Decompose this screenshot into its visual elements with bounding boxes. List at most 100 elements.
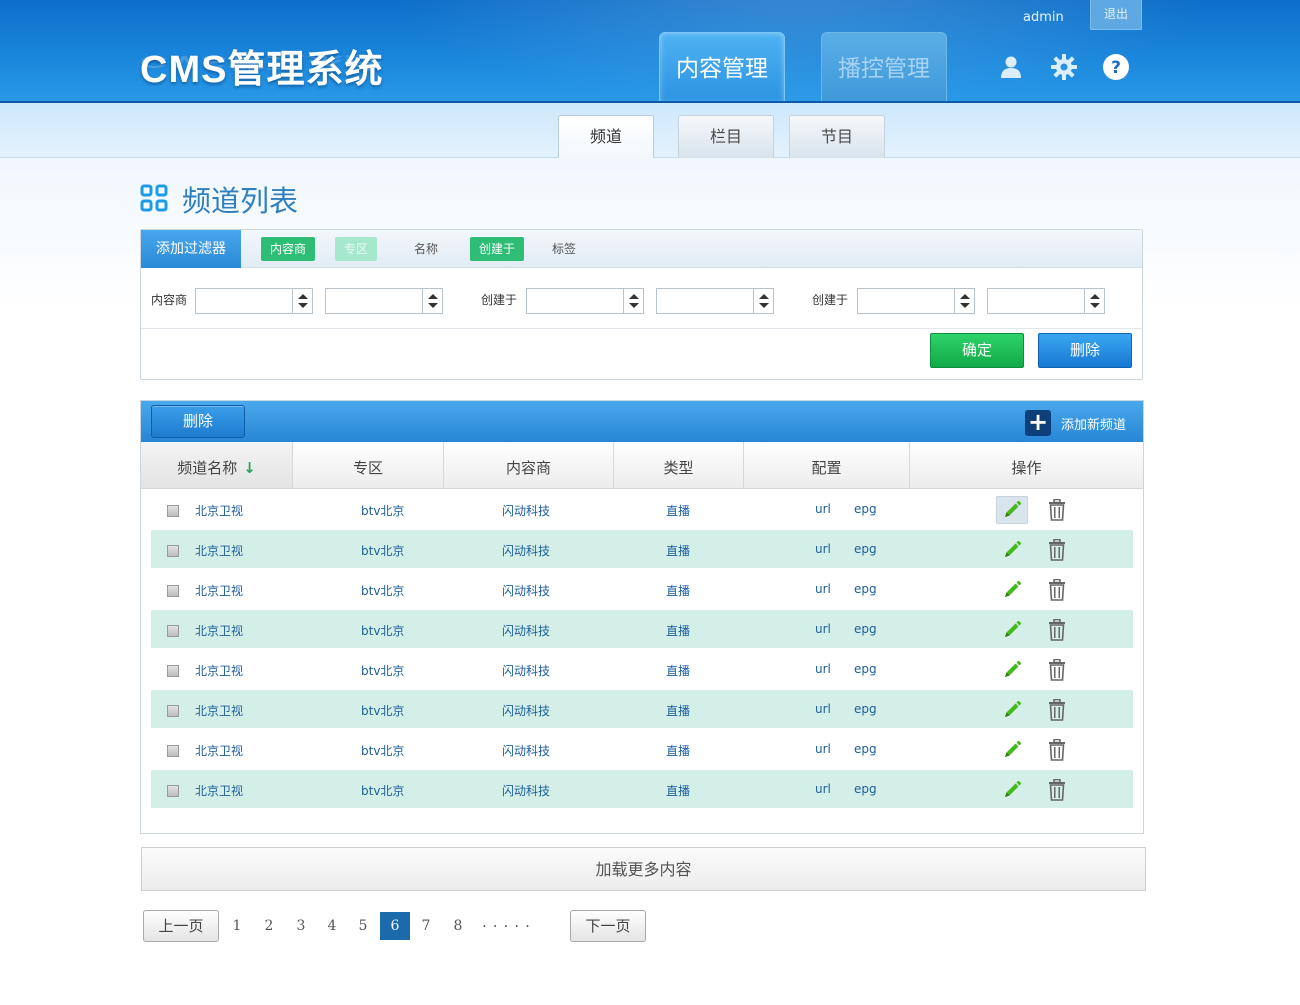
row-checkbox[interactable] [167,665,179,677]
column-header-type[interactable]: 类型 [614,442,744,488]
user-icon[interactable] [996,52,1026,82]
cell-type[interactable]: 直播 [666,502,690,519]
trash-icon[interactable] [1045,496,1069,524]
bulk-delete-button[interactable]: 删除 [151,405,245,438]
load-more-button[interactable]: 加载更多内容 [141,847,1146,891]
cell-provider[interactable]: 闪动科技 [502,582,550,599]
cell-provider[interactable]: 闪动科技 [502,782,550,799]
provider-select-2[interactable] [325,288,443,314]
cell-channel-name[interactable]: 北京卫视 [195,542,243,559]
cell-channel-name[interactable]: 北京卫视 [195,582,243,599]
trash-icon[interactable] [1045,576,1069,604]
trash-icon[interactable] [1045,536,1069,564]
cell-type[interactable]: 直播 [666,542,690,559]
page-3[interactable]: 3 [286,912,316,940]
cell-config-url[interactable]: url [815,742,831,756]
confirm-button[interactable]: 确定 [930,333,1024,368]
cell-channel-name[interactable]: 北京卫视 [195,742,243,759]
column-header-config[interactable]: 配置 [744,442,910,488]
trash-icon[interactable] [1045,736,1069,764]
page-2[interactable]: 2 [254,912,284,940]
edit-pencil-icon[interactable] [996,736,1028,764]
cell-zone[interactable]: btv北京 [361,622,404,639]
cell-type[interactable]: 直播 [666,742,690,759]
cell-config-epg[interactable]: epg [854,782,877,796]
filter-chip-provider[interactable]: 内容商 [261,237,316,261]
cell-zone[interactable]: btv北京 [361,542,404,559]
page-5[interactable]: 5 [348,912,378,940]
cell-channel-name[interactable]: 北京卫视 [195,662,243,679]
cell-config-url[interactable]: url [815,622,831,636]
cell-type[interactable]: 直播 [666,622,690,639]
trash-icon[interactable] [1045,696,1069,724]
cell-zone[interactable]: btv北京 [361,782,404,799]
tab-channel[interactable]: 频道 [558,115,654,160]
cell-config-epg[interactable]: epg [854,622,877,636]
plus-icon[interactable]: + [1025,410,1051,436]
edit-pencil-icon[interactable] [996,616,1028,644]
row-checkbox[interactable] [167,585,179,597]
cell-config-url[interactable]: url [815,782,831,796]
cell-provider[interactable]: 闪动科技 [502,622,550,639]
column-header-provider[interactable]: 内容商 [444,442,614,488]
main-tab-playback-control[interactable]: 播控管理 [821,32,947,103]
tab-program[interactable]: 节目 [789,115,885,159]
help-icon[interactable]: ? [1101,52,1131,82]
row-checkbox[interactable] [167,705,179,717]
row-checkbox[interactable] [167,545,179,557]
cell-zone[interactable]: btv北京 [361,502,404,519]
cell-provider[interactable]: 闪动科技 [502,542,550,559]
cell-zone[interactable]: btv北京 [361,702,404,719]
gear-icon[interactable] [1049,52,1079,82]
next-page-button[interactable]: 下一页 [570,910,646,942]
cell-config-epg[interactable]: epg [854,542,877,556]
trash-icon[interactable] [1045,776,1069,804]
cell-zone[interactable]: btv北京 [361,662,404,679]
cell-provider[interactable]: 闪动科技 [502,702,550,719]
cell-provider[interactable]: 闪动科技 [502,742,550,759]
prev-page-button[interactable]: 上一页 [143,910,219,942]
cell-type[interactable]: 直播 [666,702,690,719]
cell-channel-name[interactable]: 北京卫视 [195,502,243,519]
created-select-3[interactable] [857,288,975,314]
filter-chip-tag[interactable]: 标签 [543,237,585,261]
cell-provider[interactable]: 闪动科技 [502,502,550,519]
column-header-channel-name[interactable]: 频道名称 ↓ [141,442,293,488]
page-4[interactable]: 4 [317,912,347,940]
add-filter-button[interactable]: 添加过滤器 [141,230,241,268]
page-1[interactable]: 1 [222,912,252,940]
cell-zone[interactable]: btv北京 [361,582,404,599]
page-6-current[interactable]: 6 [380,912,410,940]
edit-pencil-icon[interactable] [996,536,1028,564]
filter-delete-button[interactable]: 删除 [1038,333,1132,368]
cell-config-url[interactable]: url [815,542,831,556]
cell-channel-name[interactable]: 北京卫视 [195,782,243,799]
edit-pencil-icon[interactable] [996,576,1028,604]
row-checkbox[interactable] [167,505,179,517]
edit-pencil-icon[interactable] [996,656,1028,684]
cell-type[interactable]: 直播 [666,782,690,799]
main-tab-content-management[interactable]: 内容管理 [659,32,785,103]
filter-chip-zone[interactable]: 专区 [335,237,378,261]
cell-config-epg[interactable]: epg [854,582,877,596]
cell-channel-name[interactable]: 北京卫视 [195,702,243,719]
row-checkbox[interactable] [167,785,179,797]
trash-icon[interactable] [1045,656,1069,684]
logout-button[interactable]: 退出 [1090,0,1142,30]
edit-pencil-icon[interactable] [996,696,1028,724]
created-select-4[interactable] [987,288,1105,314]
cell-zone[interactable]: btv北京 [361,742,404,759]
cell-config-epg[interactable]: epg [854,502,877,516]
edit-pencil-icon[interactable] [996,496,1028,524]
row-checkbox[interactable] [167,625,179,637]
row-checkbox[interactable] [167,745,179,757]
cell-config-url[interactable]: url [815,662,831,676]
edit-pencil-icon[interactable] [996,776,1028,804]
filter-chip-created[interactable]: 创建于 [470,237,525,261]
cell-config-epg[interactable]: epg [854,662,877,676]
cell-type[interactable]: 直播 [666,582,690,599]
cell-channel-name[interactable]: 北京卫视 [195,622,243,639]
cell-provider[interactable]: 闪动科技 [502,662,550,679]
add-channel-link[interactable]: 添加新频道 [1061,414,1126,433]
cell-config-url[interactable]: url [815,502,831,516]
